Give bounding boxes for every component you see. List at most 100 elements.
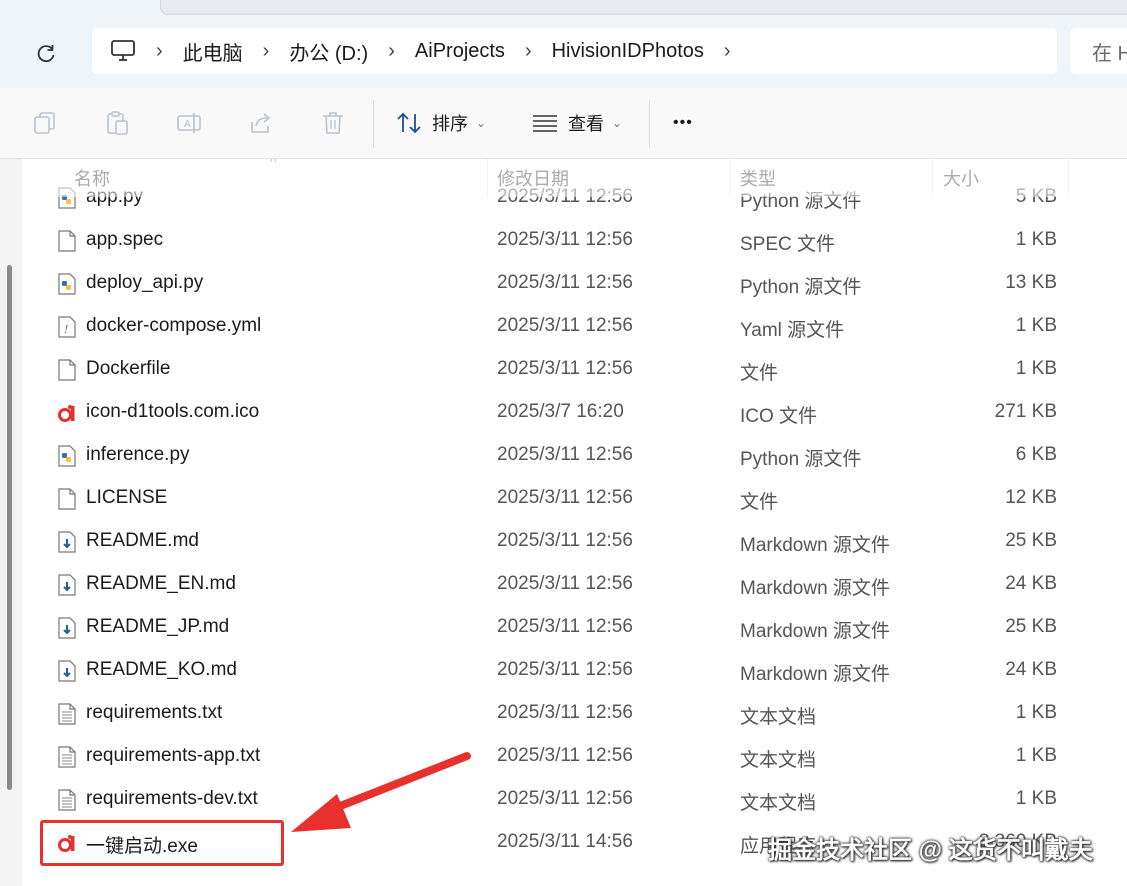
file-size: 25 KB [1005, 530, 1057, 551]
command-bar: A 排序 ⌄ 查看 ⌄ ••• [0, 88, 1127, 159]
toolbar-divider [373, 100, 374, 148]
file-row[interactable]: app.py 2025/3/11 12:56 Python 源文件 5 KB [22, 176, 1127, 219]
file-modified: 2025/3/11 12:56 [497, 487, 633, 508]
file-list: ^ 名称 修改日期 类型 大小 app.py 2025/3/11 12:56 Pyt… [22, 159, 1127, 886]
file-size: 1 KB [1015, 358, 1057, 379]
file-row[interactable]: requirements-app.txt 2025/3/11 12:56 文本文档 1… [22, 735, 1127, 778]
file-type: 文本文档 [740, 750, 817, 771]
share-icon[interactable] [248, 110, 274, 136]
file-row[interactable]: requirements-dev.txt 2025/3/11 12:56 文本文档 1… [22, 778, 1127, 821]
file-modified: 2025/3/11 12:56 [497, 659, 633, 680]
file-size: 271 KB [994, 401, 1057, 422]
rename-icon[interactable]: A [176, 110, 202, 136]
toolbar-divider [649, 100, 650, 148]
file-name: LICENSE [86, 487, 168, 508]
file-row[interactable]: README_KO.md 2025/3/11 12:56 Markdown 源文件 2… [22, 649, 1127, 692]
file-modified: 2025/3/11 12:56 [497, 358, 633, 379]
file-size: 5 KB [1015, 186, 1057, 207]
vertical-scrollbar[interactable] [7, 265, 12, 790]
file-modified: 2025/3/11 12:56 [497, 272, 633, 293]
file-size: 1 KB [1015, 745, 1057, 766]
markdown-file-icon [57, 573, 77, 597]
file-row[interactable]: app.spec 2025/3/11 12:56 SPEC 文件 1 KB [22, 219, 1127, 262]
file-type: 文件 [740, 363, 779, 384]
breadcrumb-this-pc[interactable]: 此电脑 [183, 37, 243, 66]
file-size: 1 KB [1015, 229, 1057, 250]
file-row[interactable]: README.md 2025/3/11 12:56 Markdown 源文件 25 K… [22, 520, 1127, 563]
refresh-button[interactable] [30, 38, 62, 70]
chevron-right-icon[interactable]: › [724, 40, 731, 63]
file-name: README_EN.md [86, 573, 236, 594]
file-name: requirements-app.txt [86, 745, 261, 766]
file-modified: 2025/3/11 12:56 [497, 444, 633, 465]
python-file-icon [57, 186, 77, 210]
file-type: Markdown 源文件 [740, 621, 890, 642]
view-list-icon [533, 115, 557, 132]
file-name: docker-compose.yml [86, 315, 262, 336]
copy-icon[interactable] [32, 110, 58, 136]
file-size: 24 KB [1005, 573, 1057, 594]
markdown-file-icon [57, 659, 77, 683]
file-size: 1 KB [1015, 702, 1057, 723]
address-bar[interactable]: › 此电脑 › 办公 (D:) › AiProjects › HivisionI… [92, 28, 1057, 74]
file-type: Python 源文件 [740, 277, 862, 298]
python-file-icon [57, 444, 77, 468]
file-type: SPEC 文件 [740, 234, 836, 255]
file-row[interactable]: README_JP.md 2025/3/11 12:56 Markdown 源文件 2… [22, 606, 1127, 649]
file-modified: 2025/3/11 12:56 [497, 315, 633, 336]
sort-ascending-caret-icon: ^ [270, 159, 277, 169]
file-row[interactable]: deploy_api.py 2025/3/11 12:56 Python 源文件 13… [22, 262, 1127, 305]
chevron-down-icon: ⌄ [476, 116, 487, 130]
breadcrumb-aiprojects[interactable]: AiProjects [415, 40, 505, 63]
file-row[interactable]: LICENSE 2025/3/11 12:56 文件 12 KB [22, 477, 1127, 520]
file-name: Dockerfile [86, 358, 171, 379]
yaml-file-icon: ! [57, 315, 77, 339]
svg-text:!: ! [64, 323, 68, 336]
file-name: README_JP.md [86, 616, 230, 637]
file-name: README_KO.md [86, 659, 237, 680]
search-placeholder: 在 H [1092, 42, 1127, 65]
app-logo-icon [57, 401, 77, 425]
file-name: requirements-dev.txt [86, 788, 258, 809]
file-name: README.md [86, 530, 199, 551]
file-modified: 2025/3/11 12:56 [497, 573, 633, 594]
file-row[interactable]: README_EN.md 2025/3/11 12:56 Markdown 源文件 2… [22, 563, 1127, 606]
chevron-right-icon[interactable]: › [388, 40, 395, 63]
file-modified: 2025/3/11 12:56 [497, 702, 633, 723]
file-type: 文本文档 [740, 793, 817, 814]
annotation-arrow-icon [291, 752, 471, 832]
search-input[interactable]: 在 H [1070, 28, 1127, 74]
file-modified: 2025/3/11 12:56 [497, 530, 633, 551]
delete-icon[interactable] [320, 110, 346, 136]
more-options-button[interactable]: ••• [673, 106, 693, 140]
breadcrumb-drive[interactable]: 办公 (D:) [289, 37, 368, 66]
view-button[interactable]: 查看 ⌄ [532, 106, 622, 140]
watermark-text: 掘金技术社区 @ 这货不叫戴夫 [768, 837, 1093, 864]
file-name: app.py [86, 186, 144, 207]
file-name: deploy_api.py [86, 272, 204, 293]
file-size: 25 KB [1005, 616, 1057, 637]
file-type: Python 源文件 [740, 449, 862, 470]
file-name: inference.py [86, 444, 190, 465]
file-size: 13 KB [1005, 272, 1057, 293]
file-name: icon-d1tools.com.ico [86, 401, 260, 422]
chevron-right-icon[interactable]: › [525, 40, 532, 63]
view-label: 查看 [568, 114, 604, 134]
chevron-right-icon[interactable]: › [156, 40, 163, 63]
chevron-down-icon: ⌄ [612, 116, 623, 130]
file-row[interactable]: requirements.txt 2025/3/11 12:56 文本文档 1 KB [22, 692, 1127, 735]
breadcrumb-hivisionidphotos[interactable]: HivisionIDPhotos [552, 40, 704, 63]
sort-icon [397, 112, 421, 134]
chevron-right-icon[interactable]: › [263, 40, 270, 63]
file-row[interactable]: ! docker-compose.yml 2025/3/11 12:56 Yaml 源… [22, 305, 1127, 348]
file-type: ICO 文件 [740, 406, 818, 427]
file-row[interactable]: Dockerfile 2025/3/11 12:56 文件 1 KB [22, 348, 1127, 391]
file-type: 文本文档 [740, 707, 817, 728]
blank-file-icon [57, 487, 77, 511]
file-type: Markdown 源文件 [740, 535, 890, 556]
paste-icon[interactable] [104, 110, 130, 136]
file-row[interactable]: inference.py 2025/3/11 12:56 Python 源文件 6 K… [22, 434, 1127, 477]
text-file-icon [57, 745, 77, 769]
file-row[interactable]: icon-d1tools.com.ico 2025/3/7 16:20 ICO 文件… [22, 391, 1127, 434]
sort-button[interactable]: 排序 ⌄ [396, 106, 486, 140]
